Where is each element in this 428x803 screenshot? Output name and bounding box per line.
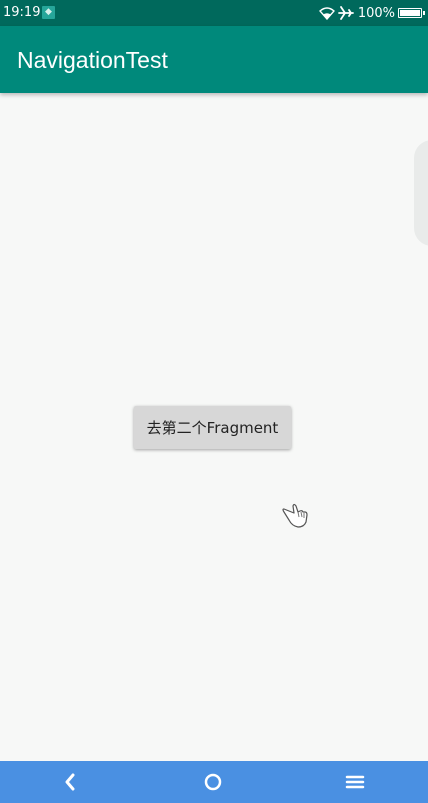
- battery-percent: 100%: [357, 5, 395, 21]
- app-bar: NavigationTest: [0, 26, 428, 93]
- back-icon: [65, 773, 75, 791]
- home-button[interactable]: [183, 761, 243, 803]
- navigation-bar: [0, 761, 428, 803]
- hand-pointer-icon: [282, 503, 308, 528]
- app-notification-icon: ◆: [42, 6, 55, 19]
- go-to-second-fragment-button[interactable]: 去第二个Fragment: [134, 406, 291, 449]
- battery-icon: [398, 8, 425, 18]
- wifi-icon: [318, 6, 335, 20]
- edge-swipe-handle[interactable]: [414, 140, 428, 246]
- home-icon: [204, 773, 222, 791]
- airplane-mode-icon: [337, 6, 354, 20]
- app-title: NavigationTest: [17, 47, 168, 73]
- status-bar: 19:19 ◆ 100%: [0, 0, 428, 26]
- status-icons: 100%: [318, 4, 425, 22]
- back-button[interactable]: [40, 761, 100, 803]
- menu-button[interactable]: [325, 761, 385, 803]
- status-time: 19:19: [3, 5, 41, 20]
- menu-icon: [345, 775, 365, 789]
